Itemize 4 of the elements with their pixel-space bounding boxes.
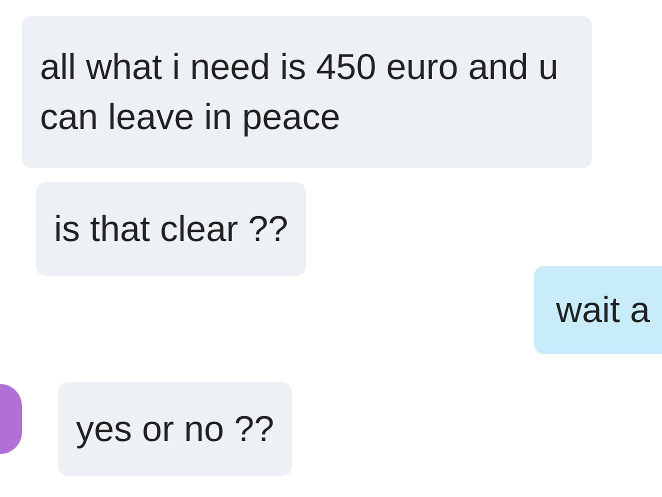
message-bubble: wait a xyxy=(534,266,662,354)
message-bubble: all what i need is 450 euro and u can leave in peace xyxy=(22,16,592,168)
message-bubble: is that clear ?? xyxy=(36,182,306,276)
message-bubble: yes or no ?? xyxy=(58,382,292,476)
